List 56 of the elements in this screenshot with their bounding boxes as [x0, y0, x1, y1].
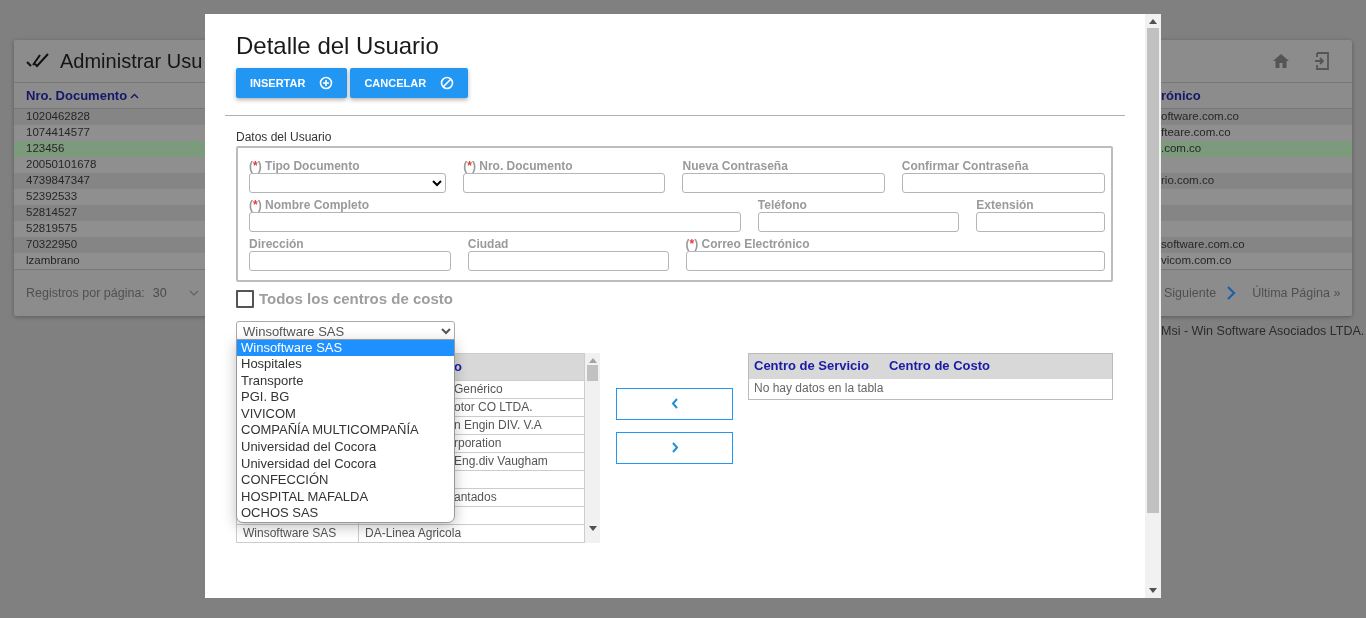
table-cell-text: 1074414577	[26, 125, 90, 141]
table-cell-text: 52814527	[26, 205, 78, 221]
field-label: (*) Nro. Documento	[463, 159, 574, 173]
table-cell: antados	[454, 489, 497, 504]
table-cell-text: software.com.co	[1161, 237, 1245, 253]
field-label: (*) Correo Electrónico	[685, 237, 811, 251]
field-label: (*) Tipo Documento	[249, 159, 361, 173]
field-label: Nueva Contraseña	[682, 159, 789, 173]
field-label: Dirección	[249, 237, 305, 251]
table-cell-text: .com.co	[1161, 141, 1202, 157]
table-cell-text: oftware.com.co	[1161, 109, 1239, 125]
table-cell-text: fteare.com.co	[1161, 125, 1231, 141]
dropdown-option[interactable]: Hospitales	[237, 356, 454, 373]
table-cell: Genérico	[454, 381, 503, 396]
table-cell-text: 70322950	[26, 237, 78, 253]
field-label: (*) Nombre Completo	[249, 198, 371, 212]
table-cell-text: 4739847347	[26, 173, 90, 189]
empty-table-message: No hay datos en la tabla	[753, 379, 885, 397]
table-cell-text: 52392533	[26, 189, 78, 205]
company-select[interactable]: Winsoftware SAS	[236, 321, 455, 341]
field-label: Ciudad	[467, 237, 510, 251]
dropdown-option[interactable]: OCHOS SAS	[237, 505, 454, 523]
field-label: Extensión	[976, 198, 1035, 212]
field-label: Confirmar Contraseña	[901, 159, 1030, 173]
column-header[interactable]: o	[454, 358, 462, 374]
column-header[interactable]: Centro de Servicio	[754, 356, 869, 376]
dropdown-option[interactable]: Universidad del Cocora	[237, 455, 454, 473]
rows-per-page-label: Registros por página:	[26, 284, 145, 302]
table-cell-text: 1020462828	[26, 109, 90, 125]
page-title: Administrar Usu	[60, 49, 203, 74]
copyright-text: Msi - Win Software Asociados LTDA.	[1161, 323, 1366, 340]
dropdown-option[interactable]: PGI. BG	[237, 389, 454, 406]
dropdown-option[interactable]: COMPAÑÍA MULTICOMPAÑÍA	[237, 422, 454, 440]
table-cell-text: 20050101678	[26, 157, 97, 173]
table-cell-text: rio.com.co	[1161, 173, 1215, 189]
dropdown-option[interactable]: Universidad del Cocora	[237, 439, 454, 456]
table-cell: Eng.div Vaugham	[454, 453, 548, 468]
section-label: Datos del Usuario	[236, 130, 333, 144]
table-cell: n Engin DIV. V.A	[454, 417, 542, 432]
field-label: Teléfono	[757, 198, 808, 212]
table-cell: DA-Linea Agricola	[365, 525, 462, 540]
column-header[interactable]: Centro de Costo	[888, 356, 990, 376]
table-cell: Winsoftware SAS	[243, 525, 337, 540]
dropdown-option[interactable]: CONFECCIÓN	[237, 472, 454, 489]
table-cell: otor CO LTDA.	[454, 399, 533, 414]
table-cell-text: 52819575	[26, 221, 78, 237]
column-header[interactable]: Nro. Documento	[26, 85, 128, 106]
column-header[interactable]: rónico	[1161, 85, 1201, 106]
modal-title: Detalle del Usuario	[236, 31, 440, 61]
table-cell: rporation	[454, 435, 502, 450]
dropdown-option[interactable]: HOSPITAL MAFALDA	[237, 488, 454, 506]
table-cell-text: 123456	[26, 141, 65, 157]
dropdown-option[interactable]: VIVICOM	[237, 405, 454, 423]
table-cell-text: lzambrano	[26, 253, 80, 269]
table-cell-text: vicom.com.co	[1161, 253, 1232, 269]
dropdown-option[interactable]: Transporte	[237, 372, 454, 390]
